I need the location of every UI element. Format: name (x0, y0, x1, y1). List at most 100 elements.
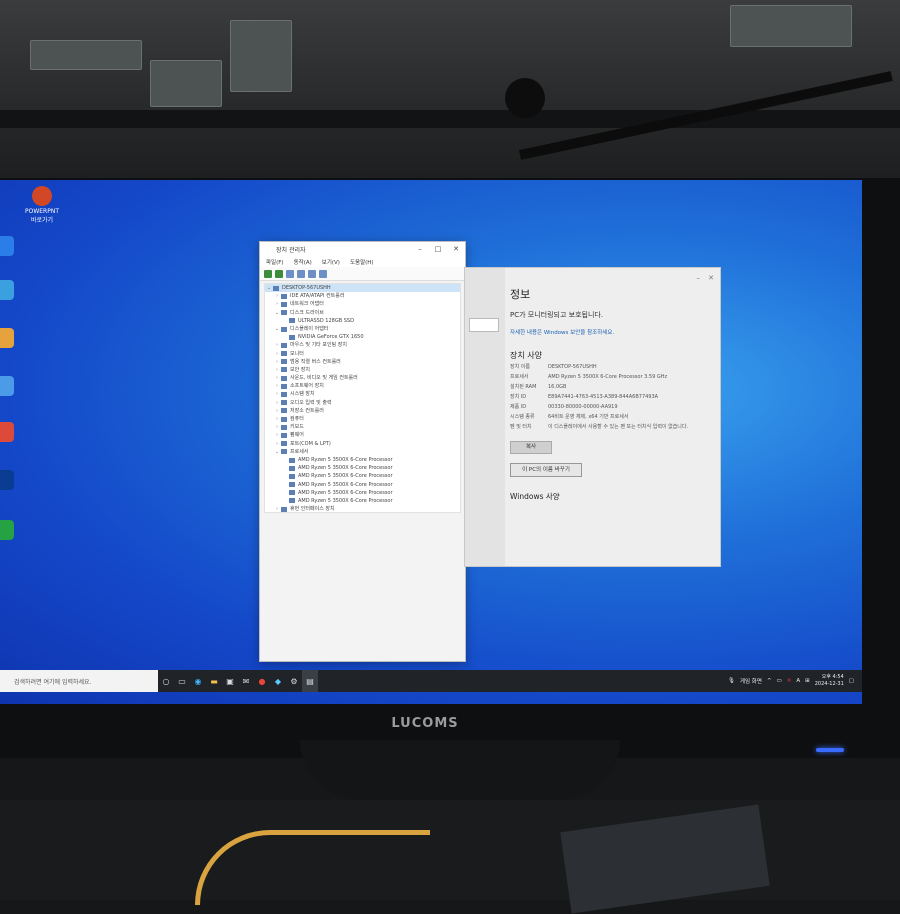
chevron-down-icon[interactable]: ⌄ (273, 448, 281, 456)
network-icon[interactable]: ▭ (777, 678, 782, 684)
chevron-right-icon[interactable]: › (273, 423, 281, 431)
tree-item[interactable]: ULTRASSD 128GB SSD (265, 317, 460, 325)
lang-indicator[interactable]: A (796, 678, 800, 684)
desktop-icon-5[interactable] (0, 376, 14, 396)
chevron-right-icon[interactable]: › (273, 415, 281, 423)
desktop-icon-7[interactable] (0, 470, 14, 490)
minimize-icon[interactable]: – (697, 274, 701, 282)
tray-text[interactable]: 게임 화면 (740, 677, 762, 685)
tree-item[interactable]: › 휴먼 인터페이스 장치 (265, 505, 460, 512)
spec-row: 제품 ID 00330-80000-00000-AA919 (510, 404, 715, 411)
desktop-icon-3[interactable] (0, 280, 14, 300)
tree-item[interactable]: › 컴퓨터 (265, 415, 460, 423)
task-view-icon[interactable]: ▭ (174, 670, 190, 692)
security-details-link[interactable]: 자세한 내용은 Windows 보안을 참조하세요. (510, 328, 715, 336)
tree-item[interactable]: AMD Ryzen 5 3500X 6-Core Processor (265, 489, 460, 497)
device-manager-titlebar[interactable]: 장치 관리자 – □ ✕ (260, 242, 465, 256)
ime-icon[interactable]: ⊞ (805, 678, 810, 684)
store-icon[interactable]: ▣ (222, 670, 238, 692)
tree-item[interactable]: › 범용 직렬 버스 컨트롤러 (265, 358, 460, 366)
tree-item[interactable]: › 저장소 컨트롤러 (265, 407, 460, 415)
chrome-icon[interactable] (0, 422, 14, 442)
desktop-icon-2[interactable] (0, 236, 14, 256)
tree-item[interactable]: › 소프트웨어 장치 (265, 382, 460, 390)
tree-item[interactable]: › 네트워크 어댑터 (265, 300, 460, 308)
tree-item[interactable]: › 사운드, 비디오 및 게임 컨트롤러 (265, 374, 460, 382)
settings-search-input[interactable] (469, 318, 499, 332)
view-icon[interactable] (286, 269, 294, 278)
tree-item[interactable]: › 시스템 장치 (265, 390, 460, 398)
settings-icon[interactable]: ⚙ (286, 670, 302, 692)
desktop-icon-4[interactable] (0, 328, 14, 348)
edge-icon[interactable]: ◉ (190, 670, 206, 692)
back-icon[interactable] (264, 269, 272, 278)
chevron-right-icon[interactable]: › (273, 292, 281, 300)
clock[interactable]: 오후 4:54 2024-12-31 (815, 674, 844, 688)
tree-item[interactable]: › 키보드 (265, 423, 460, 431)
chevron-right-icon[interactable]: › (273, 440, 281, 448)
chevron-right-icon[interactable]: › (273, 382, 281, 390)
chevron-right-icon[interactable]: › (273, 399, 281, 407)
close-icon[interactable]: ✕ (447, 245, 465, 253)
tray-chevron-icon[interactable]: ^ (767, 678, 772, 684)
chevron-right-icon[interactable]: › (273, 358, 281, 366)
chevron-right-icon[interactable]: › (273, 407, 281, 415)
tree-item[interactable]: › 포트(COM & LPT) (265, 440, 460, 448)
properties-icon[interactable] (297, 269, 305, 278)
menu-file[interactable]: 파일(F) (266, 258, 284, 266)
tree-item[interactable]: › 오디오 입력 및 출력 (265, 399, 460, 407)
tree-item[interactable]: › 모니터 (265, 350, 460, 358)
explorer-icon[interactable]: ▬ (206, 670, 222, 692)
rename-pc-button[interactable]: 이 PC의 이름 바꾸기 (510, 463, 582, 477)
tree-item[interactable]: ⌄ 디스플레이 어댑터 (265, 325, 460, 333)
tree-item[interactable]: › 보안 장치 (265, 366, 460, 374)
tree-item[interactable]: AMD Ryzen 5 3500X 6-Core Processor (265, 464, 460, 472)
chevron-right-icon[interactable]: › (273, 390, 281, 398)
close-icon[interactable]: ✕ (708, 274, 714, 282)
tree-item[interactable]: AMD Ryzen 5 3500X 6-Core Processor (265, 497, 460, 505)
tree-item[interactable]: › 펌웨어 (265, 431, 460, 439)
tree-item[interactable]: AMD Ryzen 5 3500X 6-Core Processor (265, 472, 460, 480)
tree-item[interactable]: ⌄ DESKTOP-567USHH (265, 284, 460, 293)
menu-view[interactable]: 보기(V) (322, 258, 340, 266)
chevron-right-icon[interactable]: › (273, 366, 281, 374)
tree-item[interactable]: NVIDIA GeForce GTX 1650 (265, 333, 460, 341)
copy-button[interactable]: 복사 (510, 441, 552, 454)
forward-icon[interactable] (275, 269, 283, 278)
chevron-right-icon[interactable]: › (273, 300, 281, 308)
tree-item[interactable]: ⌄ 프로세서 (265, 448, 460, 456)
chevron-down-icon[interactable]: ⌄ (273, 325, 281, 333)
tree-item[interactable]: › IDE ATA/ATAPI 컨트롤러 (265, 292, 460, 300)
powerpoint-icon[interactable] (32, 186, 52, 206)
system-info-window[interactable]: – ✕ 정보 PC가 모니터링되고 보호됩니다. 자세한 내용은 Windows… (464, 267, 721, 567)
menu-help[interactable]: 도움말(H) (350, 258, 374, 266)
cortana-icon[interactable]: ○ (158, 670, 174, 692)
menu-action[interactable]: 동작(A) (294, 258, 312, 266)
notification-icon[interactable]: ▢ (849, 678, 854, 684)
chevron-right-icon[interactable]: › (273, 350, 281, 358)
desktop-icon-8[interactable] (0, 520, 14, 540)
taskbar-search-input[interactable]: 검색하려면 여기에 입력하세요. (0, 670, 158, 692)
tree-item[interactable]: AMD Ryzen 5 3500X 6-Core Processor (265, 456, 460, 464)
mail-icon[interactable]: ✉ (238, 670, 254, 692)
system-icon[interactable]: ▤ (302, 670, 318, 692)
vpn-icon[interactable]: ◆ (270, 670, 286, 692)
maximize-icon[interactable]: □ (429, 245, 447, 253)
scan-icon[interactable] (319, 269, 327, 278)
chevron-down-icon[interactable]: ⌄ (273, 309, 281, 317)
help-icon[interactable] (308, 269, 316, 278)
chrome-icon[interactable]: ● (254, 670, 270, 692)
chevron-down-icon[interactable]: ⌄ (265, 284, 273, 292)
volume-icon[interactable]: ✕ (787, 678, 792, 684)
minimize-icon[interactable]: – (411, 245, 429, 253)
chevron-right-icon[interactable]: › (273, 431, 281, 439)
chevron-right-icon[interactable]: › (273, 341, 281, 349)
tree-item[interactable]: › 마우스 및 기타 포인팅 장치 (265, 341, 460, 349)
device-icon (281, 375, 287, 381)
mic-icon[interactable]: 🎙 (728, 678, 735, 684)
device-manager-window[interactable]: 장치 관리자 – □ ✕ 파일(F) 동작(A) 보기(V) 도움말(H) ⌄ D… (259, 241, 466, 662)
tree-item[interactable]: AMD Ryzen 5 3500X 6-Core Processor (265, 481, 460, 489)
chevron-right-icon[interactable]: › (273, 505, 281, 512)
tree-item[interactable]: ⌄ 디스크 드라이브 (265, 309, 460, 317)
chevron-right-icon[interactable]: › (273, 374, 281, 382)
